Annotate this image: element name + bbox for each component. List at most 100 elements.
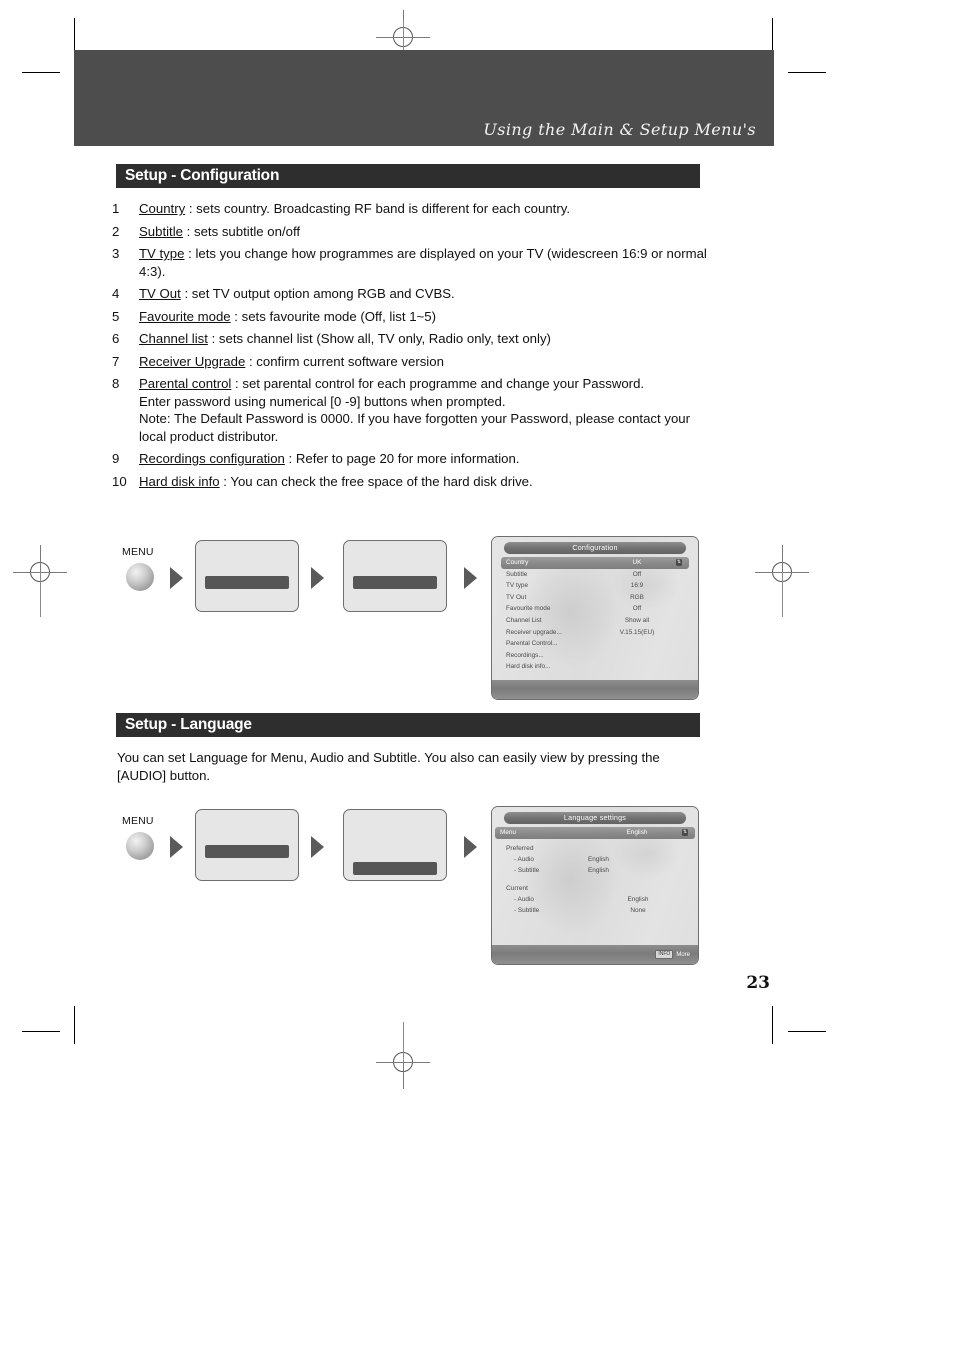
osd-current-audio-row: - Audio English (506, 894, 698, 905)
flow-arrow-2 (311, 567, 324, 589)
menu-button-knob[interactable] (126, 563, 154, 591)
section-heading-configuration-label: Setup - Configuration (125, 167, 280, 184)
list-item-text: : You can check the free space of the ha… (219, 473, 533, 489)
page-number: 23 (746, 973, 770, 993)
flow-arrow-3 (464, 836, 477, 858)
crop-mark-bottom-right-v (772, 1006, 773, 1044)
list-item-note: Enter password using numerical [0 -9] bu… (139, 393, 506, 409)
list-item: 8 Parental control : set parental contro… (112, 375, 712, 445)
osd-row-subtitle[interactable]: Subtitle Off (506, 569, 684, 581)
osd-row-receiver-upgrade[interactable]: Receiver upgrade... V.15.15(EU) (506, 627, 684, 639)
list-item-number: 5 (112, 308, 120, 324)
osd-current-subtitle-row: - Subtitle None (506, 905, 698, 916)
osd-row-value (590, 638, 684, 650)
list-item: 3 TV type : lets you change how programm… (112, 245, 712, 280)
list-item-text: : sets channel list (Show all, TV only, … (207, 331, 551, 346)
menu-button-knob[interactable] (126, 832, 154, 860)
flow-screen-2 (343, 540, 447, 612)
osd-row-value: English (627, 895, 649, 903)
list-item-body: Parental control : set parental control … (139, 375, 712, 445)
menu-button-label: MENU (122, 546, 154, 558)
page-header-band: Using the Main & Setup Menu's (74, 50, 774, 146)
list-item: 2 Subtitle : sets subtitle on/off (112, 223, 712, 241)
osd-row-value: Off (632, 605, 642, 613)
list-item-term: Subtitle (139, 223, 183, 239)
section-heading-language: Setup - Language (116, 713, 700, 737)
osd-more-label: More (676, 951, 690, 958)
list-item: 1 Country : sets country. Broadcasting R… (112, 200, 712, 218)
list-item: 6 Channel list : sets channel list (Show… (112, 330, 712, 348)
osd-row-key: Menu (500, 829, 516, 836)
osd-current-label: Current (506, 884, 528, 892)
registration-guide-right (781, 571, 783, 617)
osd-preferred-group: Preferred - Audio English - Subtitle Eng… (492, 845, 698, 876)
osd-row-recordings[interactable]: Recordings... (506, 650, 684, 662)
osd-row-channel-list[interactable]: Channel List Show all (506, 615, 684, 627)
crop-mark-bottom-left-h (22, 1031, 60, 1032)
osd-row-tv-type[interactable]: TV type 16:9 (506, 580, 684, 592)
osd-language-menu-row-wrap: Menu English ⇅ (492, 827, 698, 839)
osd-row-key: Parental Control... (506, 640, 558, 648)
osd-row-key: Favourite mode (506, 605, 551, 613)
list-item-body: TV type : lets you change how programmes… (139, 245, 712, 280)
flow-screen-1 (195, 540, 299, 612)
list-item-body: Subtitle : sets subtitle on/off (139, 223, 712, 241)
list-item-term: TV type (139, 246, 185, 261)
list-item-body: Channel list : sets channel list (Show a… (139, 330, 712, 348)
osd-row-key: Channel List (506, 616, 542, 624)
list-item-term: Receiver Upgrade (139, 353, 246, 369)
osd-row-key: - Audio (514, 855, 534, 863)
osd-language-content: Language settings Menu English ⇅ Preferr… (492, 812, 698, 916)
flow-screen-1-bar (205, 576, 289, 589)
osd-row-country[interactable]: Country UK ⇅ (501, 557, 689, 569)
crop-mark-bottom-right-h (788, 1031, 826, 1032)
flow-arrow-2 (311, 836, 324, 858)
list-item: 7 Receiver Upgrade : confirm current sof… (112, 353, 712, 371)
list-item-number: 3 (112, 246, 120, 261)
osd-row-key: Country (506, 559, 529, 566)
list-item-text: : sets country. Broadcasting RF band is … (185, 201, 571, 216)
osd-row-key: Receiver upgrade... (506, 628, 562, 636)
osd-row-key: - Subtitle (514, 866, 540, 874)
osd-row-value: V.15.15(EU) (619, 628, 655, 636)
section-heading-language-label: Setup - Language (125, 716, 252, 733)
osd-preferred-subtitle-row[interactable]: - Subtitle English (506, 865, 698, 876)
osd-row-favourite-mode[interactable]: Favourite mode Off (506, 603, 684, 615)
osd-row-tv-out[interactable]: TV Out RGB (506, 592, 684, 604)
osd-language-settings: Language settings Menu English ⇅ Preferr… (491, 806, 699, 965)
page-header-title: Using the Main & Setup Menu's (483, 120, 756, 139)
list-item-number: 6 (112, 331, 120, 346)
osd-row-key: Subtitle (506, 570, 528, 578)
flow-arrow-1 (170, 836, 183, 858)
osd-row-menu-language[interactable]: Menu English ⇅ (495, 827, 695, 839)
flow-screen-1-bar (205, 845, 289, 858)
osd-row-parental-control[interactable]: Parental Control... (506, 638, 684, 650)
chevron-updown-icon[interactable]: ⇅ (682, 829, 688, 837)
list-item-note: Note: The Default Password is 0000. If y… (139, 411, 691, 444)
list-item-text: : sets subtitle on/off (183, 223, 301, 239)
list-item-number: 7 (112, 353, 120, 369)
osd-preferred-audio-row[interactable]: - Audio English (506, 854, 698, 865)
chevron-updown-icon[interactable]: ⇅ (676, 559, 682, 567)
list-item-term: TV Out (139, 286, 181, 301)
language-description: You can set Language for Menu, Audio and… (117, 750, 660, 783)
flow-screen-2-bar (353, 862, 437, 875)
menu-button-label: MENU (122, 815, 154, 827)
osd-row-value: RGB (630, 593, 644, 601)
registration-guide-bottom (402, 1022, 404, 1062)
osd-more-hint[interactable]: INFO More (655, 950, 690, 959)
osd-row-value: 16:9 (630, 582, 644, 590)
list-item-text: : set TV output option among RGB and CVB… (180, 286, 455, 301)
osd-row-value: Show all (624, 616, 650, 624)
list-item-body: Country : sets country. Broadcasting RF … (139, 200, 712, 218)
list-item-term: Channel list (139, 331, 208, 346)
osd-row-value: English (626, 829, 648, 836)
osd-row-key: - Audio (514, 895, 534, 903)
list-item-body: Hard disk info : You can check the free … (139, 473, 712, 491)
list-item-text: : set parental control for each programm… (231, 376, 645, 391)
list-item-term: Hard disk info (139, 473, 220, 489)
list-item-body: TV Out : set TV output option among RGB … (139, 285, 712, 303)
osd-row-hard-disk-info[interactable]: Hard disk info... (506, 661, 684, 673)
list-item: 5 Favourite mode : sets favourite mode (… (112, 308, 712, 326)
osd-row-key: - Subtitle (514, 906, 540, 914)
